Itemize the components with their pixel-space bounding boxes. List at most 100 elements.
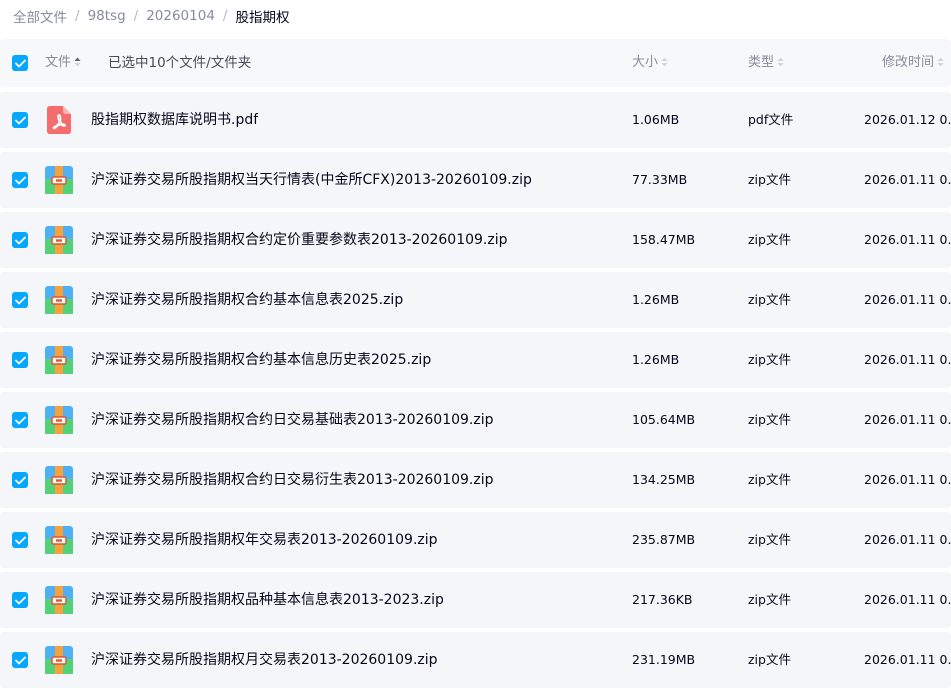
file-name[interactable]: 沪深证券交易所股指期权合约基本信息历史表2025.zip (91, 332, 431, 388)
file-type: zip文件 (748, 412, 791, 427)
zip-file-icon (44, 405, 74, 435)
file-name[interactable]: 沪深证券交易所股指期权合约日交易基础表2013-20260109.zip (91, 392, 494, 448)
file-modified-time: 2026.01.11 0... (864, 532, 951, 547)
checkmark-icon (14, 296, 26, 304)
file-checkbox[interactable] (12, 292, 28, 308)
file-name[interactable]: 沪深证券交易所股指期权合约基本信息表2025.zip (91, 272, 403, 328)
file-modified-time: 2026.01.11 0... (864, 232, 951, 247)
file-row-5[interactable]: 沪深证券交易所股指期权合约基本信息历史表2025.zip 1.26MB zip文… (0, 332, 951, 388)
column-header-modified-time-label: 修改时间 (882, 55, 935, 70)
file-name[interactable]: 股指期权数据库说明书.pdf (91, 92, 258, 148)
file-row-8[interactable]: 沪深证券交易所股指期权年交易表2013-20260109.zip 235.87M… (0, 512, 951, 568)
breadcrumb-98tsg[interactable]: 98tsg (88, 8, 126, 24)
file-type: zip文件 (748, 232, 791, 247)
sort-ascending-icon (74, 57, 81, 66)
file-modified-time: 2026.01.11 0... (864, 292, 951, 307)
file-type: pdf文件 (748, 112, 794, 127)
file-type: zip文件 (748, 172, 791, 187)
breadcrumb-all-files[interactable]: 全部文件 (13, 6, 67, 26)
file-row-6[interactable]: 沪深证券交易所股指期权合约日交易基础表2013-20260109.zip 105… (0, 392, 951, 448)
file-checkbox[interactable] (12, 652, 28, 668)
sort-icon (937, 57, 944, 66)
file-row-9[interactable]: 沪深证券交易所股指期权品种基本信息表2013-2023.zip 217.36KB… (0, 572, 951, 628)
file-type: zip文件 (748, 592, 791, 607)
zip-file-icon (44, 345, 74, 375)
file-row-7[interactable]: 沪深证券交易所股指期权合约日交易衍生表2013-20260109.zip 134… (0, 452, 951, 508)
file-modified-time: 2026.01.11 0... (864, 172, 951, 187)
checkmark-icon (14, 596, 26, 604)
checkmark-icon (14, 356, 26, 364)
file-type: zip文件 (748, 352, 791, 367)
file-name[interactable]: 沪深证券交易所股指期权当天行情表(中金所CFX)2013-20260109.zi… (91, 152, 532, 208)
file-row-10[interactable]: 沪深证券交易所股指期权月交易表2013-20260109.zip 231.19M… (0, 632, 951, 688)
file-name[interactable]: 沪深证券交易所股指期权年交易表2013-20260109.zip (91, 512, 438, 568)
selected-count-text: 已选中10个文件/文件夹 (108, 55, 252, 71)
file-size: 1.26MB (632, 292, 680, 307)
file-size: 1.06MB (632, 112, 680, 127)
checkmark-icon (14, 116, 26, 124)
file-checkbox[interactable] (12, 592, 28, 608)
file-checkbox[interactable] (12, 472, 28, 488)
file-name[interactable]: 沪深证券交易所股指期权合约定价重要参数表2013-20260109.zip (91, 212, 508, 268)
column-header-size-label: 大小 (632, 55, 659, 70)
column-header-name[interactable]: 文件 (45, 39, 81, 87)
file-size: 105.64MB (632, 412, 696, 427)
sort-icon (777, 57, 784, 66)
column-header-type-label: 类型 (748, 55, 775, 70)
file-checkbox[interactable] (12, 532, 28, 548)
zip-file-icon (44, 465, 74, 495)
file-modified-time: 2026.01.11 0... (864, 592, 951, 607)
file-name[interactable]: 沪深证券交易所股指期权合约日交易衍生表2013-20260109.zip (91, 452, 494, 508)
file-row-2[interactable]: 沪深证券交易所股指期权当天行情表(中金所CFX)2013-20260109.zi… (0, 152, 951, 208)
select-all-checkbox[interactable] (12, 55, 28, 71)
column-header-type[interactable]: 类型 (748, 39, 784, 87)
column-header-name-label: 文件 (45, 55, 72, 70)
file-size: 217.36KB (632, 592, 693, 607)
file-modified-time: 2026.01.11 0... (864, 652, 951, 667)
file-type: zip文件 (748, 472, 791, 487)
breadcrumb-current-folder: 股指期权 (235, 10, 290, 26)
file-row-4[interactable]: 沪深证券交易所股指期权合约基本信息表2025.zip 1.26MB zip文件 … (0, 272, 951, 328)
file-modified-time: 2026.01.11 0... (864, 412, 951, 427)
column-header-modified-time[interactable]: 修改时间 (882, 39, 944, 87)
breadcrumb-separator: / (75, 8, 80, 24)
file-row-3[interactable]: 沪深证券交易所股指期权合约定价重要参数表2013-20260109.zip 15… (0, 212, 951, 268)
checkmark-icon (14, 416, 26, 424)
checkmark-icon (14, 656, 26, 664)
checkmark-icon (14, 176, 26, 184)
file-size: 77.33MB (632, 172, 688, 187)
file-modified-time: 2026.01.11 0... (864, 472, 951, 487)
file-checkbox[interactable] (12, 172, 28, 188)
checkmark-icon (14, 59, 26, 67)
file-checkbox[interactable] (12, 352, 28, 368)
zip-file-icon (44, 225, 74, 255)
zip-file-icon (44, 525, 74, 555)
file-checkbox[interactable] (12, 232, 28, 248)
file-type: zip文件 (748, 652, 791, 667)
breadcrumb: 全部文件 / 98tsg / 20260104 / 股指期权 (0, 0, 951, 32)
file-size: 134.25MB (632, 472, 696, 487)
column-header-size[interactable]: 大小 (632, 39, 668, 87)
breadcrumb-separator: / (222, 8, 228, 24)
checkmark-icon (14, 236, 26, 244)
file-size: 1.26MB (632, 352, 680, 367)
breadcrumb-20260104[interactable]: 20260104 (146, 8, 215, 24)
file-modified-time: 2026.01.11 0... (864, 352, 951, 367)
checkmark-icon (14, 476, 26, 484)
file-type: zip文件 (748, 292, 791, 307)
sort-icon (661, 57, 668, 66)
checkmark-icon (14, 536, 26, 544)
file-modified-time: 2026.01.12 0... (864, 112, 951, 127)
zip-file-icon (44, 285, 74, 315)
file-name[interactable]: 沪深证券交易所股指期权月交易表2013-20260109.zip (91, 632, 438, 688)
zip-file-icon (44, 165, 74, 195)
file-checkbox[interactable] (12, 112, 28, 128)
file-list-header: 文件 已选中10个文件/文件夹 大小 类型 修改时间 (0, 39, 951, 87)
file-size: 235.87MB (632, 532, 696, 547)
file-size: 231.19MB (632, 652, 696, 667)
breadcrumb-separator: / (133, 8, 139, 24)
file-checkbox[interactable] (12, 412, 28, 428)
file-type: zip文件 (748, 532, 791, 547)
file-name[interactable]: 沪深证券交易所股指期权品种基本信息表2013-2023.zip (91, 572, 444, 628)
file-row-1[interactable]: 股指期权数据库说明书.pdf 1.06MB pdf文件 2026.01.12 0… (0, 92, 951, 148)
